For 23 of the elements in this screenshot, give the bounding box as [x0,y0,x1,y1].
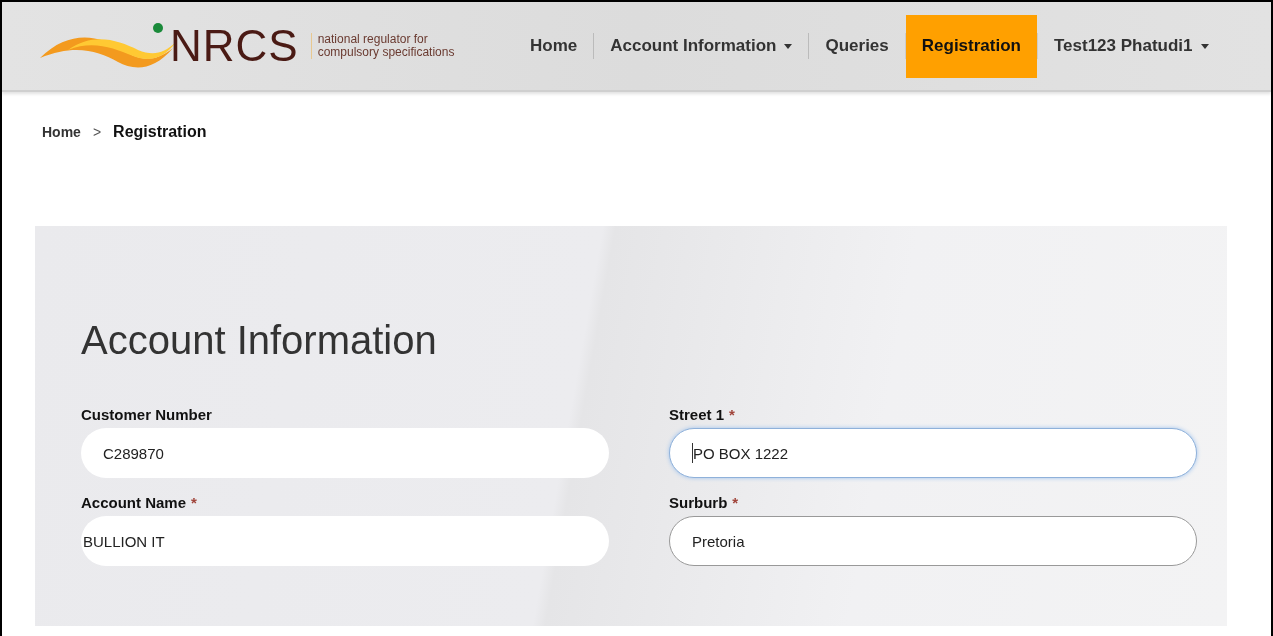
logo-tagline: national regulator for [317,33,429,46]
logo-name: NRCS [170,24,299,68]
required-mark: * [191,493,197,511]
field-label: Street 1 [669,405,725,423]
breadcrumb-current: Registration [113,123,207,141]
input-field[interactable]: BULLION IT [81,516,609,566]
input-field[interactable]: Pretoria [669,516,1197,566]
field-label: Surburb [669,493,728,511]
breadcrumb-separator: > [92,124,102,140]
form-title: Account Information [81,317,438,364]
input-field[interactable]: C289870 [81,428,609,478]
nav-link[interactable]: Home [514,14,594,78]
breadcrumb-link[interactable]: Home [42,124,81,140]
nav-link[interactable]: Account Information [594,14,809,78]
required-mark: * [732,493,739,511]
field-label: Customer Number [81,405,212,423]
required-mark: * [729,405,735,423]
logo-tagline: compulsory specifications [317,46,455,59]
field-label: Account Name [81,493,187,511]
nav-link[interactable]: Test123 Phatudi1 [1037,14,1225,78]
nav-link[interactable]: Queries [809,14,905,78]
nav-link[interactable]: Registration [905,14,1037,78]
input-field[interactable]: PO BOX 1222 [669,428,1197,478]
